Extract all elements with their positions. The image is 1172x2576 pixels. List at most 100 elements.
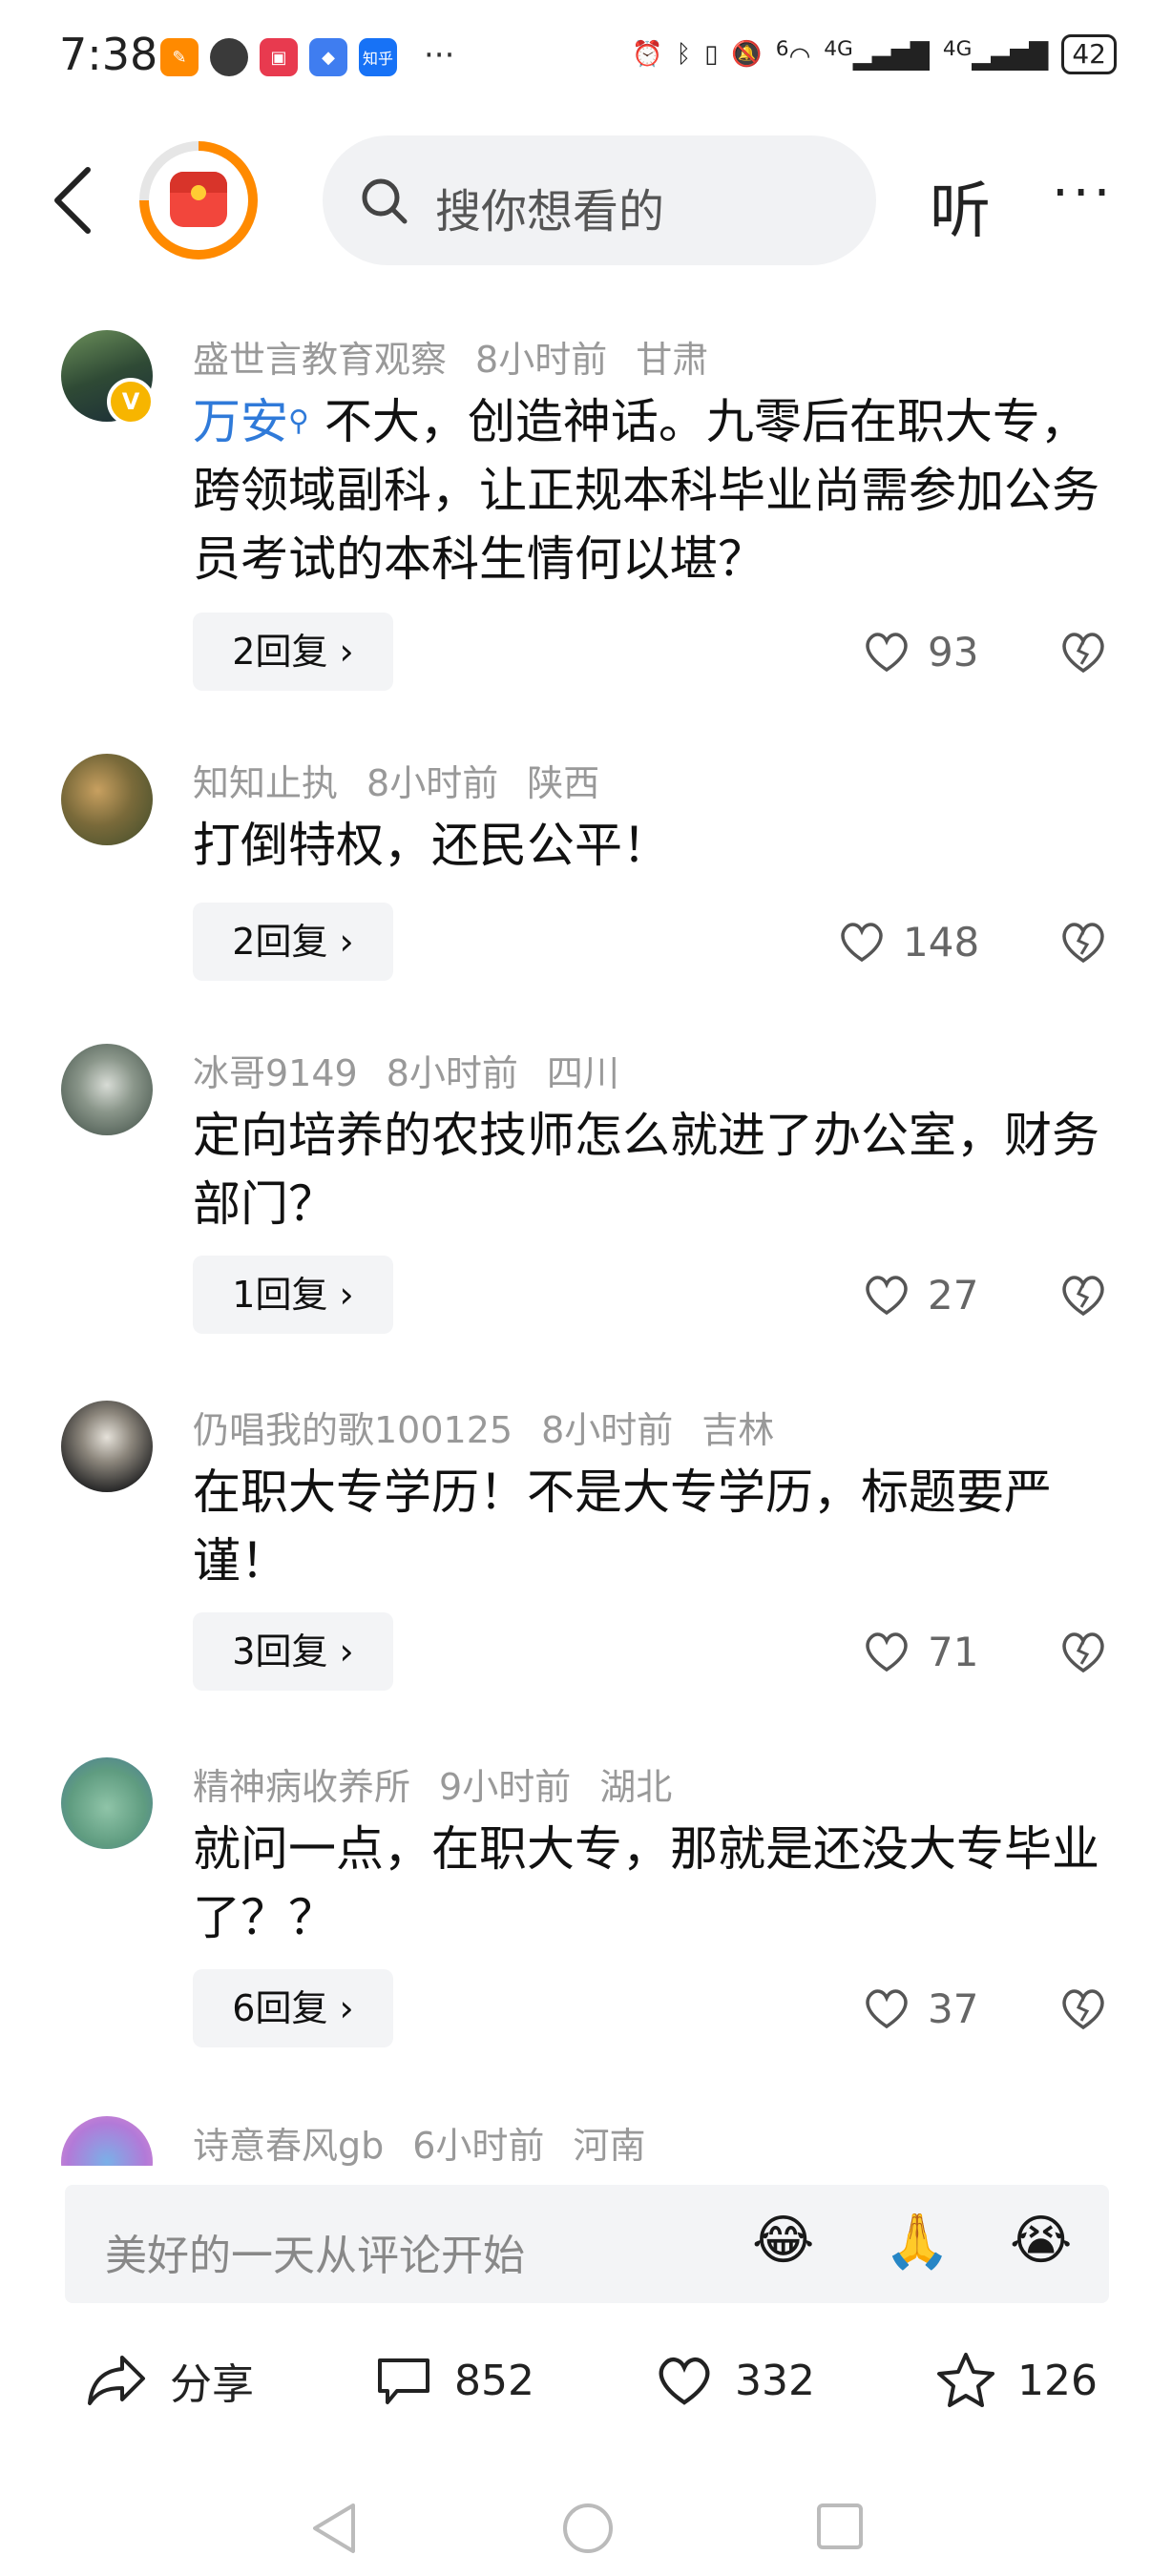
comment-username[interactable]: 仍唱我的歌100125 [193, 1409, 513, 1451]
comment-meta: 冰哥9149 8小时前 四川 [193, 1044, 648, 1096]
mute-icon: 🔕 [731, 40, 763, 69]
dislike-broken-heart-icon[interactable] [1057, 626, 1109, 677]
vibrate-icon: ▯ [704, 40, 719, 69]
dislike-broken-heart-icon[interactable] [1057, 916, 1109, 967]
notification-more-icon: ··· [424, 36, 455, 74]
heart-icon [866, 1632, 908, 1672]
battery-icon: 42 [1061, 34, 1117, 74]
like-button[interactable]: 37 [863, 1980, 978, 2037]
comment-text: 万安⚲ 不大，创造神话。九零后在职大专，跨领域副科，让正规本科毕业尚需参加公务员… [193, 394, 1099, 587]
comment-time: 8小时前 [541, 1409, 674, 1451]
dislike-broken-heart-icon[interactable] [1057, 1626, 1109, 1677]
top-bar: 搜你想看的 听 ··· [0, 134, 1172, 267]
comment-text: 打倒特权，还民公平！ [193, 818, 670, 873]
comment-text: 就问一点，在职大专，那就是还没大专毕业了？？ [193, 1821, 1099, 1945]
comment-username[interactable]: 冰哥9149 [193, 1052, 358, 1094]
avatar[interactable] [61, 1757, 153, 1849]
comment-time: 8小时前 [475, 339, 608, 381]
nav-home-icon[interactable] [559, 2500, 617, 2557]
replies-button[interactable]: 3回复 › [193, 1612, 393, 1691]
star-icon [937, 2353, 994, 2407]
like-button[interactable]: 148 [838, 913, 979, 970]
comment-meta: 盛世言教育观察 8小时前 甘肃 [193, 330, 737, 383]
comment-meta: 诗意春风gb 6小时前 河南 [193, 2116, 674, 2166]
comment-meta: 精神病收养所 9小时前 湖北 [193, 1757, 701, 1810]
comment-input-placeholder: 美好的一天从评论开始 [105, 2232, 525, 2280]
favorite-button[interactable]: 126 [935, 2347, 1098, 2414]
avatar[interactable] [61, 1044, 153, 1135]
replies-button[interactable]: 2回复 › [193, 613, 393, 691]
app-icon-avatar [210, 38, 248, 76]
signal-icon-1: 4G▂▄▆█ [824, 37, 930, 72]
avatar[interactable] [61, 2116, 153, 2166]
app-icon-blue: ◆ [309, 38, 347, 76]
crying-emoji-icon[interactable]: 😭 [1010, 2210, 1072, 2272]
comment-item: 知知止执 8小时前 陕西 打倒特权，还民公平！ 2回复 › 148 [0, 754, 1172, 1002]
comment-icon [378, 2358, 429, 2404]
laughing-emoji-icon[interactable]: 😂 [752, 2210, 814, 2272]
like-count: 27 [928, 1271, 979, 1319]
comment-location: 甘肃 [636, 339, 709, 381]
share-label: 分享 [170, 2360, 254, 2409]
comment-item: V 盛世言教育观察 8小时前 甘肃 万安⚲ 不大，创造神话。九零后在职大专，跨领域副… [0, 324, 1172, 691]
comment-username[interactable]: 知知止执 [193, 762, 338, 804]
replies-button[interactable]: 6回复 › [193, 1969, 393, 2047]
comment-time: 6小时前 [412, 2125, 545, 2166]
dislike-broken-heart-icon[interactable] [1057, 1269, 1109, 1320]
heart-icon [841, 923, 883, 963]
avatar[interactable] [61, 754, 153, 845]
like-post-button[interactable]: 332 [655, 2347, 815, 2414]
comment-item: 诗意春风gb 6小时前 河南 [0, 2110, 1172, 2166]
comments-count: 852 [454, 2356, 534, 2405]
praying-hands-emoji-icon[interactable]: 🙏 [884, 2210, 951, 2273]
comment-item: 冰哥9149 8小时前 四川 定向培养的农技师怎么就进了办公室，财务部门？ 1回复 … [0, 1044, 1172, 1349]
comment-text: 定向培养的农技师怎么就进了办公室，财务部门？ [193, 1108, 1099, 1232]
heart-icon [866, 1989, 908, 2029]
comment-meta: 仍唱我的歌100125 8小时前 吉林 [193, 1401, 803, 1453]
like-button[interactable]: 71 [863, 1623, 978, 1680]
like-button[interactable]: 93 [863, 623, 978, 680]
nav-recents-icon[interactable] [813, 2500, 867, 2553]
replies-button[interactable]: 2回复 › [193, 903, 393, 981]
wifi-icon: 6◠ [775, 37, 811, 72]
comment-time: 8小时前 [366, 762, 499, 804]
app-icon-red: ▣ [260, 38, 298, 76]
heart-icon [866, 1276, 908, 1316]
replies-button[interactable]: 1回复 › [193, 1256, 393, 1334]
share-icon [88, 2356, 145, 2405]
like-button[interactable]: 27 [863, 1266, 978, 1323]
share-button[interactable]: 分享 [84, 2347, 254, 2414]
system-nav-bar [0, 2471, 1172, 2576]
comments-button[interactable]: 852 [374, 2347, 534, 2414]
alarm-icon: ⏰ [632, 40, 663, 69]
comment-item: 精神病收养所 9小时前 湖北 就问一点，在职大专，那就是还没大专毕业了？？ 6回复 … [0, 1757, 1172, 2063]
listen-button[interactable]: 听 [930, 162, 991, 250]
red-packet-button[interactable] [139, 141, 258, 260]
search-box[interactable]: 搜你想看的 [323, 135, 876, 265]
back-arrow-icon[interactable] [46, 162, 103, 239]
comment-username[interactable]: 诗意春风gb [193, 2125, 384, 2166]
heart-icon [659, 2357, 710, 2405]
comment-username[interactable]: 精神病收养所 [193, 1766, 410, 1808]
comment-text: 在职大专学历！不是大专学历，标题要严谨！ [193, 1465, 1052, 1589]
status-time: 7:38 [59, 29, 158, 80]
nav-back-icon[interactable] [307, 2500, 361, 2557]
comment-username[interactable]: 盛世言教育观察 [193, 339, 447, 381]
comment-location: 吉林 [701, 1409, 775, 1451]
comment-meta: 知知止执 8小时前 陕西 [193, 754, 628, 806]
more-menu-button[interactable]: ··· [1052, 162, 1114, 224]
bottom-action-bar: 分享 852 332 126 [0, 2328, 1172, 2433]
comment-location: 河南 [573, 2125, 646, 2166]
app-icon-orange: ✎ [160, 38, 199, 76]
avatar[interactable] [61, 1401, 153, 1492]
dislike-broken-heart-icon[interactable] [1057, 1983, 1109, 2034]
search-link[interactable]: 万安 [193, 394, 288, 449]
like-count: 93 [928, 628, 979, 675]
search-link-icon: ⚲ [288, 405, 309, 438]
system-icons: ⏰ ᛒ ▯ 🔕 6◠ 4G▂▄▆█ 4G▂▄▆█ 42 [632, 34, 1117, 74]
comment-location: 四川 [546, 1052, 619, 1094]
notification-icons: ✎ ▣ ◆ 知乎 [160, 38, 397, 76]
like-count: 71 [928, 1628, 979, 1675]
signal-icon-2: 4G▂▄▆█ [942, 37, 1049, 72]
comment-input[interactable]: 美好的一天从评论开始 😂 🙏 😭 [65, 2185, 1109, 2303]
